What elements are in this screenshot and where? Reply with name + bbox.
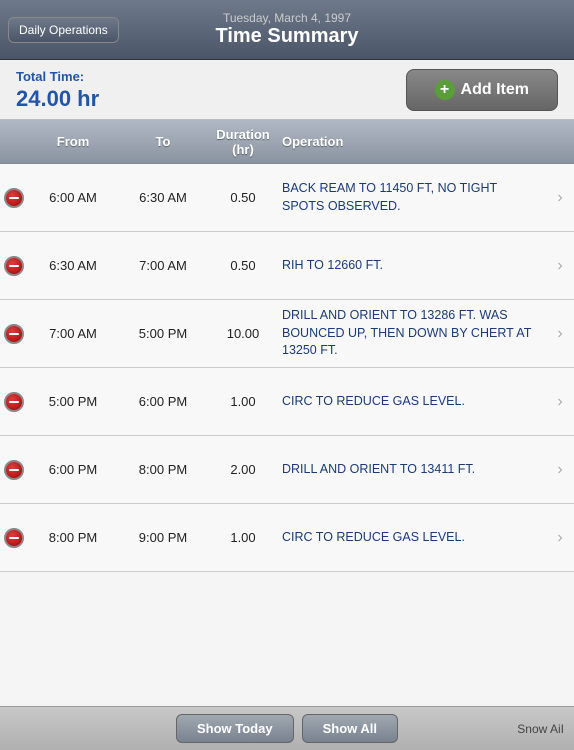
top-bar: Daily Operations Tuesday, March 4, 1997 …	[0, 0, 574, 60]
minus-icon	[4, 460, 24, 480]
table-row[interactable]: 5:00 PM 6:00 PM 1.00 CIRC TO REDUCE GAS …	[0, 368, 574, 436]
cell-to: 9:00 PM	[118, 526, 208, 549]
minus-icon	[4, 188, 24, 208]
cell-operation: CIRC TO REDUCE GAS LEVEL.	[278, 523, 546, 553]
total-time-value: 24.00 hr	[16, 86, 99, 112]
chevron-right-icon: ›	[546, 325, 574, 343]
delete-button[interactable]	[0, 324, 28, 344]
cell-operation: CIRC TO REDUCE GAS LEVEL.	[278, 387, 546, 417]
table-body: 6:00 AM 6:30 AM 0.50 BACK REAM TO 11450 …	[0, 164, 574, 734]
cell-from: 7:00 AM	[28, 322, 118, 345]
cell-from: 6:00 PM	[28, 458, 118, 481]
cell-from: 6:00 AM	[28, 186, 118, 209]
show-today-button[interactable]: Show Today	[176, 714, 294, 743]
table-header: From To Duration (hr) Operation	[0, 120, 574, 164]
table-row[interactable]: 6:30 AM 7:00 AM 0.50 RIH TO 12660 FT. ›	[0, 232, 574, 300]
cell-from: 6:30 AM	[28, 254, 118, 277]
col-to: To	[118, 130, 208, 153]
col-duration: Duration (hr)	[208, 123, 278, 161]
delete-button[interactable]	[0, 392, 28, 412]
minus-icon	[4, 392, 24, 412]
table-row[interactable]: 6:00 PM 8:00 PM 2.00 DRILL AND ORIENT TO…	[0, 436, 574, 504]
cell-to: 7:00 AM	[118, 254, 208, 277]
chevron-right-icon: ›	[546, 529, 574, 547]
cell-duration: 10.00	[208, 322, 278, 345]
delete-button[interactable]	[0, 460, 28, 480]
plus-icon: +	[435, 80, 455, 100]
cell-operation: DRILL AND ORIENT TO 13411 FT.	[278, 455, 546, 485]
cell-duration: 1.00	[208, 526, 278, 549]
chevron-right-icon: ›	[546, 257, 574, 275]
show-all-button[interactable]: Show All	[302, 714, 398, 743]
logo: Snow AiI	[517, 722, 564, 736]
table-row[interactable]: 7:00 AM 5:00 PM 10.00 DRILL AND ORIENT T…	[0, 300, 574, 368]
daily-ops-button[interactable]: Daily Operations	[8, 17, 119, 43]
cell-operation: BACK REAM TO 11450 FT, NO TIGHT SPOTS OB…	[278, 174, 546, 221]
chevron-right-icon: ›	[546, 189, 574, 207]
col-chevron	[546, 138, 574, 146]
col-from: From	[28, 130, 118, 153]
cell-operation: RIH TO 12660 FT.	[278, 251, 546, 281]
total-time-label: Total Time:	[16, 69, 84, 84]
cell-to: 6:30 AM	[118, 186, 208, 209]
bottom-bar: Show Today Show All Snow AiI	[0, 706, 574, 750]
table-row[interactable]: 6:00 AM 6:30 AM 0.50 BACK REAM TO 11450 …	[0, 164, 574, 232]
col-delete	[0, 138, 28, 146]
delete-button[interactable]	[0, 256, 28, 276]
header-title-block: Tuesday, March 4, 1997 Time Summary	[215, 11, 358, 48]
cell-to: 5:00 PM	[118, 322, 208, 345]
minus-icon	[4, 256, 24, 276]
header-main-title: Time Summary	[215, 25, 358, 48]
add-item-label: Add Item	[461, 81, 529, 99]
summary-bar: Total Time: 24.00 hr + Add Item	[0, 60, 574, 120]
cell-operation: DRILL AND ORIENT TO 13286 FT. WAS BOUNCE…	[278, 301, 546, 366]
chevron-right-icon: ›	[546, 393, 574, 411]
cell-from: 5:00 PM	[28, 390, 118, 413]
minus-icon	[4, 528, 24, 548]
delete-button[interactable]	[0, 188, 28, 208]
cell-duration: 1.00	[208, 390, 278, 413]
header-date: Tuesday, March 4, 1997	[215, 11, 358, 25]
col-operation: Operation	[278, 130, 546, 153]
cell-to: 8:00 PM	[118, 458, 208, 481]
cell-from: 8:00 PM	[28, 526, 118, 549]
minus-icon	[4, 324, 24, 344]
table-row[interactable]: 8:00 PM 9:00 PM 1.00 CIRC TO REDUCE GAS …	[0, 504, 574, 572]
cell-to: 6:00 PM	[118, 390, 208, 413]
cell-duration: 2.00	[208, 458, 278, 481]
cell-duration: 0.50	[208, 254, 278, 277]
cell-duration: 0.50	[208, 186, 278, 209]
add-item-button[interactable]: + Add Item	[406, 69, 558, 111]
chevron-right-icon: ›	[546, 461, 574, 479]
total-time-block: Total Time: 24.00 hr	[16, 68, 99, 112]
delete-button[interactable]	[0, 528, 28, 548]
